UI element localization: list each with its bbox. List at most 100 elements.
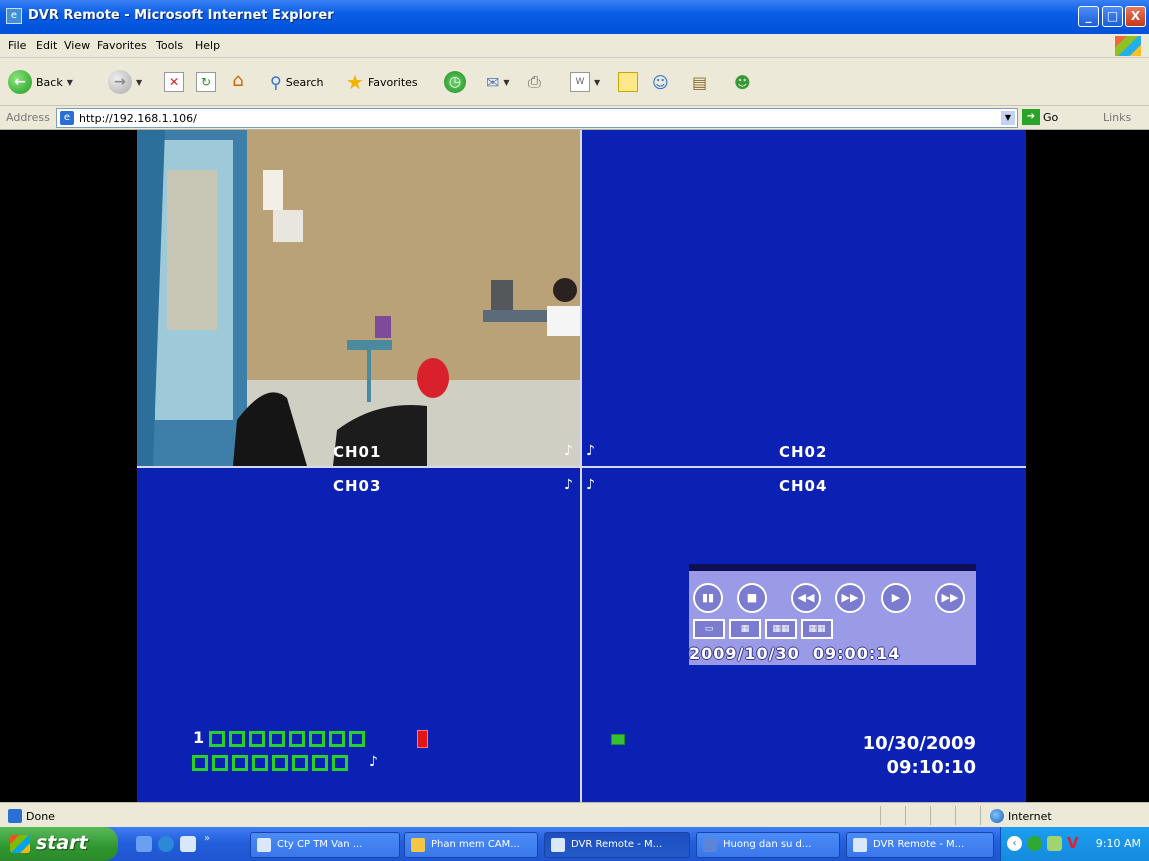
address-input[interactable]: e http://192.168.1.106/ ▼ — [56, 108, 1018, 128]
network-icon — [611, 734, 625, 745]
page-content: CH01 CH02 CH03 CH04 ♪ ♪ ♪ ♪ ▮▮ ■ ◀◀ ▶▶ ▶… — [0, 130, 1149, 802]
channel-status-square — [349, 731, 365, 747]
chevron-down-icon[interactable]: ▼ — [1001, 111, 1015, 125]
menu-edit[interactable]: Edit — [36, 39, 57, 52]
status-separator — [955, 806, 956, 825]
search-button[interactable]: ⚲ Search — [270, 69, 324, 95]
channel-status-square — [289, 731, 305, 747]
pause-button[interactable]: ▮▮ — [693, 583, 723, 613]
ie-app-icon: e — [6, 8, 22, 24]
ie-window-icon — [853, 838, 867, 852]
menu-help[interactable]: Help — [195, 39, 220, 52]
refresh-icon: ↻ — [196, 72, 216, 92]
channel-status-square — [312, 755, 328, 771]
maximize-button[interactable]: □ — [1102, 6, 1123, 27]
chevron-down-icon[interactable]: ▼ — [67, 78, 73, 87]
playback-panel: ▮▮ ■ ◀◀ ▶▶ ▶ ▶▶ ▭ ▦ ▦▦ ▦▦ 2009/10/30 09:… — [689, 564, 976, 665]
stop-button[interactable]: ✕ — [164, 69, 184, 95]
taskbar-item-label: DVR Remote - M... — [571, 839, 663, 850]
quicklaunch-chevron-icon[interactable]: » — [204, 833, 210, 844]
dvr-viewer[interactable]: CH01 CH02 CH03 CH04 ♪ ♪ ♪ ♪ ▮▮ ■ ◀◀ ▶▶ ▶… — [137, 130, 1026, 802]
start-label: start — [36, 832, 88, 854]
slow-play-button[interactable]: ▶▶ — [835, 583, 865, 613]
history-button[interactable]: ◷ — [444, 69, 466, 95]
menu-tools[interactable]: Tools — [156, 39, 183, 52]
users-button[interactable]: ☻ — [734, 69, 751, 95]
go-button[interactable]: ➔ Go — [1022, 109, 1058, 125]
address-url[interactable]: http://192.168.1.106/ — [79, 112, 197, 125]
mail-button[interactable]: ✉ ▼ — [486, 69, 510, 95]
links-button[interactable]: Links — [1103, 111, 1131, 124]
dvr-clock: 10/30/2009 09:10:10 — [863, 732, 976, 780]
quicklaunch-ie-icon[interactable] — [158, 836, 174, 852]
taskbar-item-label: Cty CP TM Van ... — [277, 839, 363, 850]
word-document-icon — [703, 838, 717, 852]
menu-favorites[interactable]: Favorites — [97, 39, 147, 52]
tray-antivirus-icon[interactable] — [1027, 836, 1042, 851]
view-single-button[interactable]: ▭ — [693, 619, 725, 639]
research-button[interactable]: ▤ — [692, 69, 707, 95]
view-16-button[interactable]: ▦▦ — [801, 619, 833, 639]
zone-label: Internet — [1008, 809, 1052, 823]
security-zone[interactable]: Internet — [990, 809, 1052, 823]
page-done-icon — [8, 809, 22, 823]
address-label: Address — [6, 111, 50, 124]
channel-status-row-2 — [192, 755, 348, 771]
chevron-down-icon[interactable]: ▼ — [594, 78, 600, 87]
status-separator — [880, 806, 881, 825]
taskbar-item[interactable]: Cty CP TM Van ... — [250, 832, 400, 858]
messenger-button[interactable]: ☺ — [652, 69, 669, 95]
go-arrow-icon: ➔ — [1022, 109, 1040, 125]
taskbar: start » Cty CP TM Van ... Phan mem CAM..… — [0, 827, 1149, 861]
start-button[interactable]: start — [0, 827, 118, 861]
go-label: Go — [1043, 110, 1059, 124]
discuss-button[interactable] — [618, 69, 638, 95]
camera-feed-ch01[interactable] — [137, 130, 581, 466]
fast-forward-button[interactable]: ▶▶ — [935, 583, 965, 613]
quicklaunch-show-desktop-icon[interactable] — [136, 836, 152, 852]
windows-logo-icon — [1115, 36, 1141, 56]
quicklaunch-media-icon[interactable] — [180, 836, 196, 852]
taskbar-item-label: Huong dan su d... — [723, 839, 812, 850]
channel-label-ch03: CH03 — [333, 477, 382, 495]
close-button[interactable]: X — [1125, 6, 1146, 27]
home-button[interactable]: ⌂ — [228, 69, 248, 95]
menu-file[interactable]: File — [8, 39, 26, 52]
chevron-down-icon[interactable]: ▼ — [136, 78, 142, 87]
play-button[interactable]: ▶ — [881, 583, 911, 613]
edit-button[interactable]: W ▼ — [570, 69, 600, 95]
favorites-button[interactable]: ★ Favorites — [346, 69, 418, 95]
chevron-down-icon[interactable]: ▼ — [503, 78, 509, 87]
channel-status-square — [192, 755, 208, 771]
minimize-button[interactable]: _ — [1078, 6, 1099, 27]
back-button[interactable]: ← Back ▼ — [8, 69, 73, 95]
dvr-date: 10/30/2009 — [862, 733, 976, 754]
recording-indicator — [417, 730, 428, 748]
taskbar-item[interactable]: DVR Remote - M... — [846, 832, 994, 858]
speaker-icon: ♪ — [564, 443, 573, 459]
rewind-button[interactable]: ◀◀ — [791, 583, 821, 613]
stop-playback-button[interactable]: ■ — [737, 583, 767, 613]
menu-bar: File Edit View Favorites Tools Help — [0, 34, 1149, 58]
status-separator — [930, 806, 931, 825]
view-9-button[interactable]: ▦▦ — [765, 619, 797, 639]
tray-v-icon[interactable]: V — [1067, 836, 1082, 851]
taskbar-item[interactable]: Phan mem CAM... — [404, 832, 538, 858]
taskbar-item-active[interactable]: DVR Remote - M... — [544, 832, 690, 858]
taskbar-item[interactable]: Huong dan su d... — [696, 832, 840, 858]
view-quad-button[interactable]: ▦ — [729, 619, 761, 639]
menu-view[interactable]: View — [64, 39, 90, 52]
camera-image — [137, 130, 581, 466]
channel-status-square — [229, 731, 245, 747]
back-label: Back — [36, 75, 63, 89]
tray-network-icon[interactable] — [1047, 836, 1062, 851]
forward-button[interactable]: → ▼ — [108, 69, 142, 95]
tray-expand-icon[interactable]: ‹ — [1007, 836, 1022, 851]
channel-status-square — [249, 731, 265, 747]
print-button[interactable]: ⎙ — [528, 69, 541, 95]
speaker-icon: ♪ — [564, 477, 573, 493]
refresh-button[interactable]: ↻ — [196, 69, 216, 95]
status-done: Done — [8, 809, 55, 823]
home-icon: ⌂ — [232, 70, 244, 91]
stop-icon: ✕ — [164, 72, 184, 92]
